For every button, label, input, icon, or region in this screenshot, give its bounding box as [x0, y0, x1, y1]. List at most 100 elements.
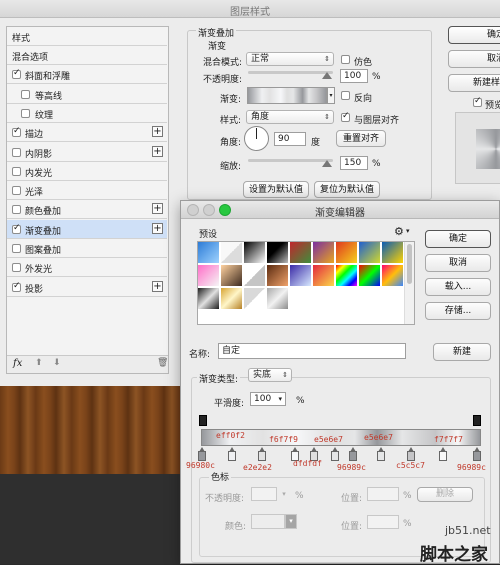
save-button[interactable]: 存储... [425, 302, 491, 320]
color-stop[interactable] [473, 447, 481, 461]
sidebar-item[interactable]: 投影 + [7, 277, 167, 297]
preset-gradient-swatch[interactable] [221, 288, 243, 310]
opacity-stop-right[interactable] [473, 415, 481, 426]
color-location-input[interactable] [367, 515, 399, 529]
trash-icon[interactable]: 🗑 [157, 358, 168, 368]
plus-icon[interactable]: + [152, 203, 163, 215]
sidebar-item[interactable]: 渐变叠加 + [7, 219, 167, 239]
dither-checkbox[interactable] [341, 55, 350, 64]
sidebar-item-checkbox[interactable] [12, 147, 21, 157]
new-style-button[interactable]: 新建样 [448, 74, 500, 92]
color-stop[interactable] [377, 447, 385, 461]
sidebar-item[interactable]: 内阴影 + [7, 142, 167, 162]
preset-gradient-swatch[interactable] [359, 265, 381, 287]
editor-ok-button[interactable]: 确定 [425, 230, 491, 248]
gear-icon[interactable]: ⚙ [394, 225, 404, 238]
sidebar-item[interactable]: 等高线 [7, 84, 167, 104]
opacity-input[interactable]: 100 [340, 69, 368, 83]
sidebar-item-checkbox[interactable] [12, 166, 21, 176]
angle-dial[interactable] [244, 126, 269, 151]
stop-color-swatch[interactable] [251, 514, 285, 529]
arrow-up-icon[interactable]: ⬆ [35, 358, 43, 368]
preset-gradient-swatch[interactable] [267, 242, 289, 264]
chevron-down-icon[interactable]: ▾ [278, 488, 290, 501]
sidebar-item[interactable]: 描边 + [7, 123, 167, 143]
preset-gradient-swatch[interactable] [336, 265, 358, 287]
layer-style-cancel-button[interactable]: 取消 [448, 50, 500, 68]
arrow-down-icon[interactable]: ⬇ [53, 358, 61, 368]
name-input[interactable]: 自定 [218, 343, 406, 359]
preset-gradient-swatch[interactable] [244, 265, 266, 287]
sidebar-item-checkbox[interactable] [21, 108, 30, 118]
color-stop[interactable] [228, 447, 236, 461]
gradient-dropdown-button[interactable]: ▾ [327, 87, 335, 104]
preset-gradient-swatch[interactable] [336, 242, 358, 264]
color-stop[interactable] [198, 447, 206, 461]
color-stop[interactable] [258, 447, 266, 461]
sidebar-item[interactable]: 斜面和浮雕 [7, 65, 167, 85]
sidebar-item[interactable]: 颜色叠加 + [7, 200, 167, 220]
preset-gradient-swatch[interactable] [382, 242, 404, 264]
sidebar-item-checkbox[interactable] [12, 281, 21, 292]
opacity-location-input[interactable] [367, 487, 399, 501]
plus-icon[interactable]: + [152, 280, 163, 292]
opacity-stop-left[interactable] [199, 415, 207, 426]
preset-gradient-swatch[interactable] [313, 242, 335, 264]
scale-slider-thumb[interactable] [322, 160, 332, 167]
stop-opacity-input[interactable] [251, 487, 277, 501]
opacity-slider-track[interactable] [248, 71, 333, 74]
fx-icon[interactable]: fx [13, 358, 22, 369]
chevron-down-icon[interactable]: ▾ [278, 393, 282, 405]
sidebar-item-checkbox[interactable] [12, 186, 21, 196]
gradient-preview-swatch[interactable] [247, 87, 327, 104]
opacity-slider-thumb[interactable] [322, 72, 332, 79]
preset-gradient-swatch[interactable] [267, 265, 289, 287]
style-select[interactable]: 角度 ⇕ [246, 110, 334, 124]
load-button[interactable]: 载入... [425, 278, 491, 296]
color-stop[interactable] [439, 447, 447, 461]
reset-alignment-button[interactable]: 重置对齐 [336, 130, 386, 147]
reset-default-button[interactable]: 复位为默认值 [314, 181, 380, 198]
preset-gradient-swatch[interactable] [359, 242, 381, 264]
preset-gradient-swatch[interactable] [198, 265, 220, 287]
scale-slider-track[interactable] [248, 159, 333, 162]
reverse-checkbox[interactable] [341, 91, 350, 100]
presets-scrollbar-thumb[interactable] [407, 244, 412, 284]
delete-opacity-stop-button[interactable]: 删除 [417, 487, 473, 502]
plus-icon[interactable]: + [152, 145, 163, 157]
preset-gradient-swatch[interactable] [198, 288, 220, 310]
preset-gradient-swatch[interactable] [290, 265, 312, 287]
layer-style-ok-button[interactable]: 确定 [448, 26, 500, 44]
preset-gradient-swatch[interactable] [290, 242, 312, 264]
preset-gradient-swatch[interactable] [221, 242, 243, 264]
sidebar-header-styles[interactable]: 样式 [7, 27, 167, 46]
align-with-layer-checkbox[interactable] [341, 111, 350, 122]
set-default-button[interactable]: 设置为默认值 [243, 181, 309, 198]
plus-icon[interactable]: + [152, 222, 163, 234]
sidebar-item[interactable]: 混合选项 [7, 46, 167, 65]
preset-gradient-swatch[interactable] [221, 265, 243, 287]
scale-input[interactable]: 150 [340, 156, 368, 170]
sidebar-item[interactable]: 图案叠加 [7, 239, 167, 258]
sidebar-item-checkbox[interactable] [12, 223, 21, 234]
color-stop[interactable] [349, 447, 357, 461]
sidebar-item[interactable]: 外发光 [7, 258, 167, 278]
chevron-down-icon[interactable]: ▾ [285, 514, 297, 529]
presets-scrollbar[interactable] [404, 242, 414, 324]
sidebar-item-checkbox[interactable] [12, 68, 21, 80]
preset-gradient-swatch[interactable] [267, 288, 289, 310]
sidebar-item-checkbox[interactable] [21, 89, 30, 99]
sidebar-item[interactable]: 纹理 [7, 103, 167, 123]
blend-mode-select[interactable]: 正常 ⇕ [246, 52, 334, 66]
plus-icon[interactable]: + [152, 126, 163, 138]
preset-gradient-swatch[interactable] [382, 265, 404, 287]
gradient-type-select[interactable]: 实底 ⇕ [248, 368, 292, 382]
chevron-down-icon[interactable]: ▾ [406, 227, 410, 235]
color-stop[interactable] [407, 447, 415, 461]
preset-gradient-swatch[interactable] [198, 242, 220, 264]
sidebar-item[interactable]: 光泽 [7, 181, 167, 201]
preset-gradient-swatch[interactable] [313, 265, 335, 287]
smoothness-input[interactable]: 100 ▾ [250, 392, 286, 406]
sidebar-item-checkbox[interactable] [12, 244, 21, 253]
preset-gradient-swatch[interactable] [244, 242, 266, 264]
